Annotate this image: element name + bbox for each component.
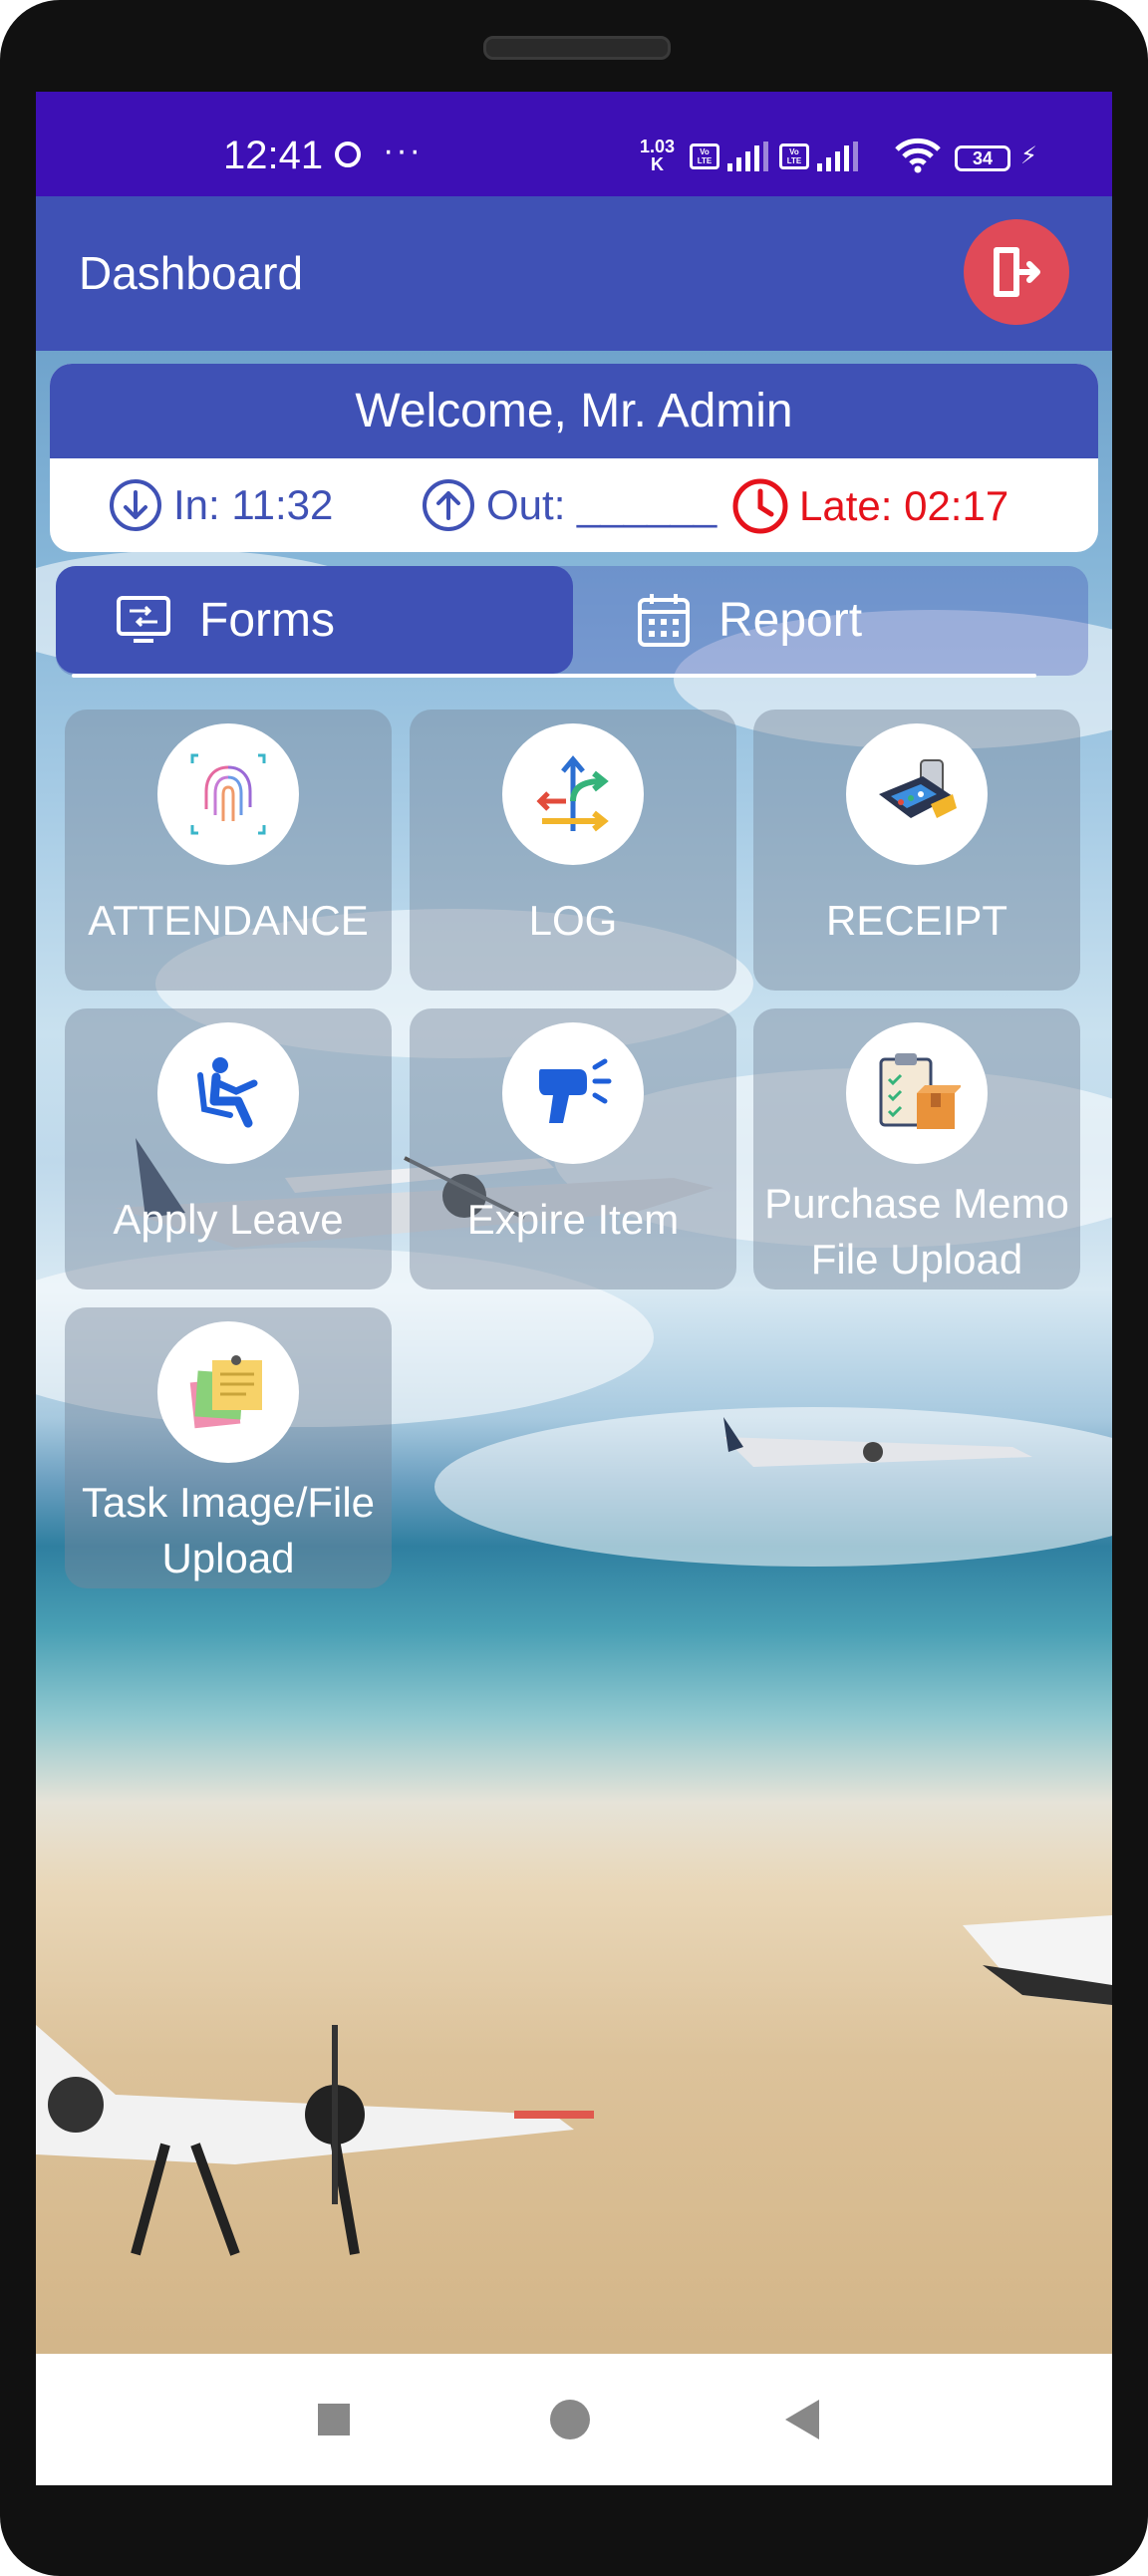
status-time: 12:41: [223, 134, 324, 177]
tile-receipt[interactable]: RECEIPT: [753, 710, 1080, 991]
tile-purchase-memo[interactable]: Purchase Memo File Upload: [753, 1008, 1080, 1289]
late-time: Late: 02:17: [731, 477, 1008, 535]
charging-icon: ⚡: [1020, 143, 1037, 169]
back-icon[interactable]: [785, 2400, 819, 2439]
payment-terminal-icon: [879, 759, 957, 818]
tile-task-upload[interactable]: Task Image/File Upload: [65, 1307, 392, 1588]
volte-icon: Vo LTE: [690, 143, 719, 169]
tab-forms-label: Forms: [199, 593, 335, 647]
network-speed-value: 1.03: [640, 137, 676, 156]
tile-attendance-label: ATTENDANCE: [88, 897, 369, 944]
tile-log-icon-circle: [502, 723, 644, 865]
volte-icon-2: Vo LTE: [779, 143, 809, 169]
tile-log[interactable]: LOG: [410, 710, 736, 991]
airplane-image-2: [723, 1417, 1032, 1467]
app-bar: Dashboard: [36, 196, 1112, 351]
arrow-up-circle-icon: [423, 479, 474, 531]
tile-purchase-memo-label-line2: File Upload: [810, 1236, 1023, 1283]
tile-task-upload-label-line2: Upload: [161, 1535, 295, 1581]
logout-icon: [994, 247, 1040, 297]
logout-button[interactable]: [964, 219, 1069, 325]
arrows-icon: [536, 755, 609, 832]
airplane-image-3: [36, 2025, 594, 2256]
calendar-icon: [638, 594, 690, 647]
welcome-greeting: Welcome, Mr. Admin: [50, 364, 1098, 458]
tile-apply-leave-label: Apply Leave: [113, 1196, 344, 1243]
speaker-grille: [483, 36, 671, 60]
forms-icon: [117, 596, 170, 643]
wifi-icon: [895, 138, 941, 173]
boat-image: [963, 1915, 1112, 2005]
system-navigation-bar: [36, 2354, 1112, 2485]
network-speed: 1.03 K: [640, 138, 675, 173]
tile-expire-item-label: Expire Item: [466, 1196, 680, 1243]
screen: 12:41 ··· 1.03 K Vo LTE Vo LTE 34 ⚡ Dash…: [36, 92, 1112, 2485]
tile-receipt-label: RECEIPT: [825, 897, 1008, 944]
tile-log-label: LOG: [528, 897, 618, 944]
phone-frame: 12:41 ··· 1.03 K Vo LTE Vo LTE 34 ⚡ Dash…: [0, 0, 1148, 2576]
signal-icon-2: [817, 142, 858, 171]
status-bar: 12:41 ··· 1.03 K Vo LTE Vo LTE 34 ⚡: [36, 92, 1112, 196]
tile-attendance-icon-circle: [157, 723, 299, 865]
tab-bar: Forms Report: [56, 566, 1088, 676]
notification-face-icon: [335, 142, 361, 167]
sticky-notes-icon: [189, 1355, 262, 1429]
battery-icon: 34: [955, 145, 1010, 171]
check-in-time: In: 11:32: [108, 477, 333, 533]
seated-person-icon: [197, 1057, 258, 1128]
recent-apps-icon[interactable]: [318, 2404, 350, 2435]
check-in-label: In: 11:32: [173, 481, 334, 528]
clock-icon: [732, 478, 788, 534]
more-notifications-icon: ···: [383, 132, 423, 169]
tile-purchase-memo-label-line1: Purchase Memo: [764, 1180, 1069, 1227]
tile-attendance[interactable]: ATTENDANCE: [65, 710, 392, 991]
tile-task-upload-label-line1: Task Image/File: [81, 1479, 376, 1526]
signal-icon: [727, 142, 768, 171]
tile-expire-item-icon-circle: [502, 1022, 644, 1164]
tile-apply-leave[interactable]: Apply Leave: [65, 1008, 392, 1289]
tile-task-upload-icon-circle: [157, 1321, 299, 1463]
tile-purchase-memo-label: Purchase Memo File Upload: [753, 1176, 1080, 1288]
network-speed-unit: K: [651, 154, 665, 174]
tab-forms[interactable]: Forms: [56, 566, 573, 674]
tab-indicator-line: [72, 674, 1036, 678]
welcome-card: Welcome, Mr. Admin In: 11:32 Out: ______: [50, 364, 1098, 552]
home-icon[interactable]: [550, 2400, 590, 2439]
tile-apply-leave-icon-circle: [157, 1022, 299, 1164]
arrow-down-circle-icon: [110, 479, 161, 531]
clipboard-box-icon: [879, 1053, 961, 1129]
tile-receipt-icon-circle: [846, 723, 988, 865]
tab-report-label: Report: [718, 593, 863, 647]
check-out-label: Out: ______: [486, 481, 718, 528]
tile-task-upload-label: Task Image/File Upload: [65, 1475, 392, 1586]
scanner-icon: [539, 1058, 612, 1123]
tab-report[interactable]: Report: [573, 566, 1088, 674]
tile-expire-item[interactable]: Expire Item: [410, 1008, 736, 1289]
late-label: Late: 02:17: [799, 482, 1009, 529]
check-out-time: Out: ______: [421, 477, 717, 533]
tile-purchase-memo-icon-circle: [846, 1022, 988, 1164]
fingerprint-icon: [190, 753, 266, 835]
page-title: Dashboard: [79, 247, 304, 299]
